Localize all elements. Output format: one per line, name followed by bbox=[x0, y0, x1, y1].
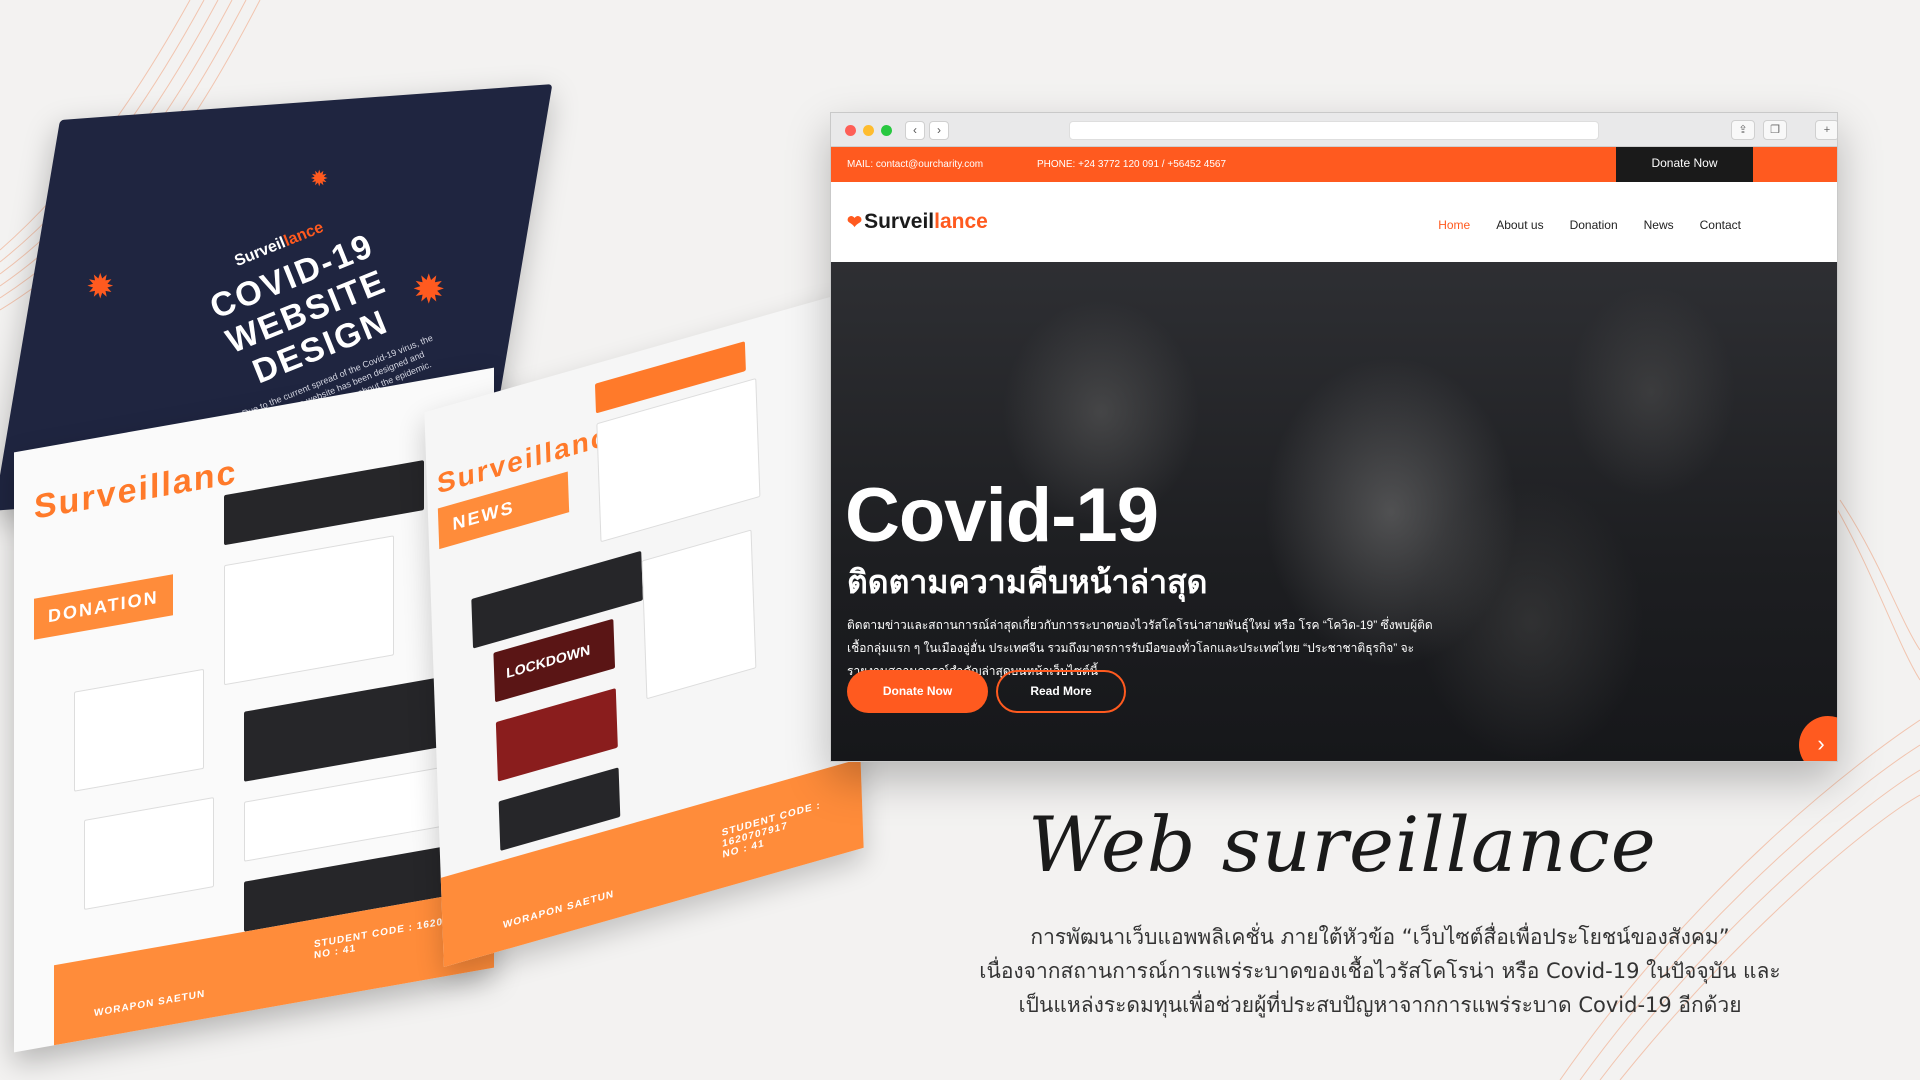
chevron-right-icon: › bbox=[1817, 731, 1825, 756]
script-title: Web sureillance bbox=[1028, 800, 1657, 889]
magazine-right-page: Surveillanc NEWS LOCKDOWN STUDENT CODE :… bbox=[424, 292, 864, 968]
hero-donate-button[interactable]: Donate Now bbox=[847, 670, 988, 713]
page-thumbnail bbox=[224, 535, 394, 686]
contact-phone[interactable]: PHONE: +24 3772 120 091 / +56452 4567 bbox=[1037, 159, 1226, 170]
menu-item-about[interactable]: About us bbox=[1496, 218, 1543, 232]
topbar-donate-button[interactable]: Donate Now bbox=[1616, 147, 1753, 182]
menu-item-donation[interactable]: Donation bbox=[1570, 218, 1618, 232]
hero-title: Covid-19 bbox=[845, 473, 1159, 558]
virus-icon: ✹ bbox=[86, 268, 115, 306]
site-logo[interactable]: ❤Surveillance bbox=[847, 210, 988, 234]
hero-subtitle: ติดตามความคืบหน้าล่าสุด bbox=[847, 564, 1208, 600]
magazine-left-page: Surveillanc DONATION STUDENT CODE : 1620… bbox=[14, 367, 494, 1053]
page-thumbnail bbox=[495, 688, 618, 782]
browser-chrome: ‹ › ⇪ ❐ + bbox=[831, 113, 1837, 147]
page-thumbnail bbox=[244, 676, 444, 782]
page-thumbnail bbox=[244, 766, 444, 862]
menu-item-contact[interactable]: Contact bbox=[1700, 218, 1741, 232]
site-header: ❤Surveillance Home About us Donation New… bbox=[831, 182, 1837, 265]
chevron-left-icon[interactable]: ‹ bbox=[905, 121, 925, 140]
heart-icon: ❤ bbox=[847, 212, 863, 232]
virus-icon: ✹ bbox=[310, 166, 329, 191]
share-icon[interactable]: ⇪ bbox=[1731, 120, 1755, 140]
page-thumbnail bbox=[641, 529, 757, 700]
description-line: การพัฒนาเว็บแอพพลิเคชั่น ภายใต้หัวข้อ “เ… bbox=[1030, 925, 1730, 949]
virus-icon: ✹ bbox=[412, 268, 446, 312]
page-thumbnail bbox=[224, 460, 424, 546]
project-description: การพัฒนาเว็บแอพพลิเคชั่น ภายใต้หัวข้อ “เ… bbox=[940, 920, 1820, 1022]
page-thumbnail bbox=[74, 668, 204, 792]
magazine-spread: Surveillanc DONATION STUDENT CODE : 1620… bbox=[14, 292, 914, 1053]
new-tab-icon[interactable]: + bbox=[1815, 120, 1837, 140]
donation-band: DONATION bbox=[34, 574, 173, 640]
minimize-window-button[interactable] bbox=[863, 125, 874, 136]
menu-item-news[interactable]: News bbox=[1644, 218, 1674, 232]
page-footer-band bbox=[440, 758, 864, 968]
slider-next-button[interactable]: › bbox=[1799, 716, 1837, 761]
chevron-right-icon[interactable]: › bbox=[929, 121, 949, 140]
menu-item-home[interactable]: Home bbox=[1438, 218, 1471, 265]
page-thumbnail bbox=[84, 797, 214, 910]
main-menu: Home About us Donation News Contact bbox=[1438, 218, 1741, 265]
hero-read-more-button[interactable]: Read More bbox=[996, 670, 1126, 713]
browser-window: ‹ › ⇪ ❐ + MAIL: contact@ourcharity.com P… bbox=[830, 112, 1838, 762]
contact-mail[interactable]: MAIL: contact@ourcharity.com bbox=[847, 159, 983, 170]
close-window-button[interactable] bbox=[845, 125, 856, 136]
description-line: เนื่องจากสถานการณ์การแพร่ระบาดของเชื้อไว… bbox=[979, 959, 1781, 983]
description-line: เป็นแหล่งระดมทุนเพื่อช่วยผู้ที่ประสบปัญห… bbox=[1018, 993, 1742, 1017]
maximize-window-button[interactable] bbox=[881, 125, 892, 136]
site-topbar: MAIL: contact@ourcharity.com PHONE: +24 … bbox=[831, 147, 1837, 182]
tabs-icon[interactable]: ❐ bbox=[1763, 120, 1787, 140]
left-page-title: Surveillanc bbox=[34, 452, 238, 527]
address-bar[interactable] bbox=[1069, 121, 1599, 140]
